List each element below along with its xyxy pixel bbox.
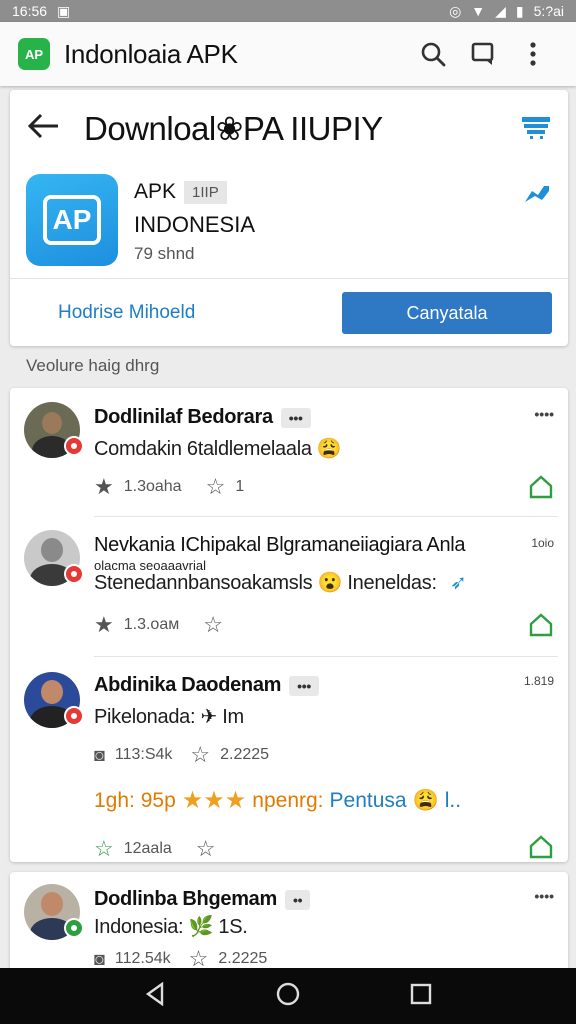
status-time: 16:56 (12, 3, 48, 19)
apk-label: APK (134, 180, 177, 203)
primary-download-button[interactable]: Canyatala (342, 292, 552, 334)
star-icon[interactable]: ★ (94, 474, 114, 500)
reviews-card: Dodlinba Bhgemam •• •••• Indonesia: 🌿 1S… (10, 872, 568, 972)
status-bar: 16:56 ▣ ◎ ▼ ◢ ▮ 5:?ai (0, 0, 576, 22)
nav-home-icon[interactable] (275, 981, 301, 1012)
review-item: Abdinika Daodenam ••• 1.819 Pikelonada: … (10, 658, 568, 862)
separator (94, 516, 558, 517)
nav-recents-icon[interactable] (410, 983, 432, 1010)
home-icon[interactable] (528, 834, 554, 860)
location-icon: ◎ (449, 2, 462, 19)
image-icon: ◙ (94, 744, 105, 765)
star-icon[interactable]: ★ (94, 612, 114, 638)
review-aux-label: 1.819 (523, 674, 554, 688)
review-stat-3: 12aala (123, 840, 172, 857)
page-title: Downloal❀PA IIUPIY (84, 109, 383, 147)
review-stat-2: 2.2225 (220, 746, 270, 763)
promo-line: 1gh: 95p ★★★ npenrg: Pentusa 😩 l.. (94, 786, 461, 815)
reviewer-chip: ••• (280, 407, 311, 428)
avatar-badge-icon (64, 918, 84, 938)
secondary-link[interactable]: Hodrise Mihoeld (58, 302, 195, 324)
nav-back-icon[interactable] (144, 981, 166, 1011)
avatar-badge-icon (64, 706, 84, 726)
promo-prefix: 1gh: 95p (94, 788, 176, 812)
app-bar: AP Indonloaia APK (0, 22, 576, 86)
promo-emoji-icon: 😩 (412, 788, 439, 812)
review-aux-label: 1oio (531, 536, 554, 550)
star-outline-icon[interactable]: ☆ (203, 612, 223, 638)
review-item: Dodlinilaf Bedorara ••• •••• Comdakin 6t… (10, 388, 568, 516)
rating-stars: ★★★ (181, 787, 247, 814)
app-name: INDONESIA (134, 212, 256, 237)
reviewer-name: Nevkania IChipakal Blgramaneiiagiara Anl… (94, 534, 466, 556)
share-icon[interactable] (522, 182, 552, 211)
star-outline-icon[interactable]: ☆ (206, 474, 226, 500)
review-text: Pikelonada: ✈ Im (94, 706, 244, 728)
home-icon[interactable] (528, 474, 554, 500)
star-outline-icon[interactable]: ☆ (196, 836, 216, 862)
avatar-badge-icon (64, 564, 84, 584)
reviewer-name: Dodlinba Bhgemam (94, 888, 277, 910)
review-text: Stenedannbansoakamsls 😮 Ineneldas: ➶ (94, 572, 467, 594)
app-detail-card: Downloal❀PA IIUPIY AP APK 1IIP INDONESIA… (10, 90, 568, 346)
search-icon[interactable] (408, 29, 458, 79)
review-stat: 1.3.oaм (123, 616, 180, 633)
review-stat-2: 1 (235, 478, 245, 495)
review-item: Nevkania IChipakal Blgramaneiiagiara Anl… (10, 518, 568, 654)
version-chip: 1IIP (184, 180, 227, 204)
chat-icon[interactable] (458, 29, 508, 79)
review-stat-2: 2.2225 (218, 950, 268, 967)
more-icon[interactable]: •••• (534, 406, 554, 422)
send-icon: ➶ (449, 572, 467, 594)
review-text: Comdakin 6taldlemelaala 😩 (94, 438, 342, 460)
reviewer-chip: •• (285, 889, 311, 910)
promo-end: l.. (444, 788, 462, 812)
reviewer-chip: ••• (289, 675, 319, 696)
app-icon-text: AP (43, 195, 101, 245)
star-outline-green-icon[interactable]: ☆ (94, 836, 114, 862)
status-clock-right: 5:?ai (533, 3, 564, 19)
review-stat: 112.54k (114, 950, 171, 967)
more-vert-icon[interactable] (508, 29, 558, 79)
app-size: 79 shnd (134, 244, 195, 263)
promo-mid: npenrg: (252, 788, 324, 812)
review-stat: 1.3oaha (123, 478, 182, 495)
avatar[interactable] (24, 530, 84, 586)
star-outline-icon[interactable]: ☆ (190, 742, 210, 768)
review-stat: 113:S4k (114, 746, 173, 763)
review-item: Dodlinba Bhgemam •• •••• Indonesia: 🌿 1S… (10, 872, 568, 972)
home-icon[interactable] (528, 612, 554, 638)
reviews-card: Dodlinilaf Bedorara ••• •••• Comdakin 6t… (10, 388, 568, 862)
review-text: Indonesia: 🌿 1S. (94, 916, 248, 938)
divider (10, 278, 568, 279)
separator (94, 656, 558, 657)
app-icon: AP (26, 174, 118, 266)
avatar[interactable] (24, 402, 84, 458)
app-logo: AP (18, 38, 50, 70)
notification-icon: ▣ (57, 2, 71, 19)
signal-icon: ◢ (495, 2, 506, 19)
section-label: Veolure haig dhrg (26, 356, 160, 375)
battery-icon: ▮ (515, 2, 524, 19)
more-icon[interactable]: •••• (534, 888, 554, 904)
image-icon: ◙ (94, 948, 105, 969)
cart-icon[interactable] (520, 111, 552, 146)
back-arrow-icon[interactable] (26, 111, 60, 146)
avatar[interactable] (24, 672, 84, 728)
avatar-badge-icon (64, 436, 84, 456)
reviewer-name: Dodlinilaf Bedorara (94, 406, 273, 428)
system-nav-bar (0, 968, 576, 1024)
wifi-icon: ▼ (471, 3, 486, 19)
promo-suffix[interactable]: Pentusa (330, 789, 407, 813)
app-title: Indonloaia APK (64, 38, 238, 69)
reviewer-name: Abdinika Daodenam (94, 674, 282, 696)
avatar[interactable] (24, 884, 84, 940)
